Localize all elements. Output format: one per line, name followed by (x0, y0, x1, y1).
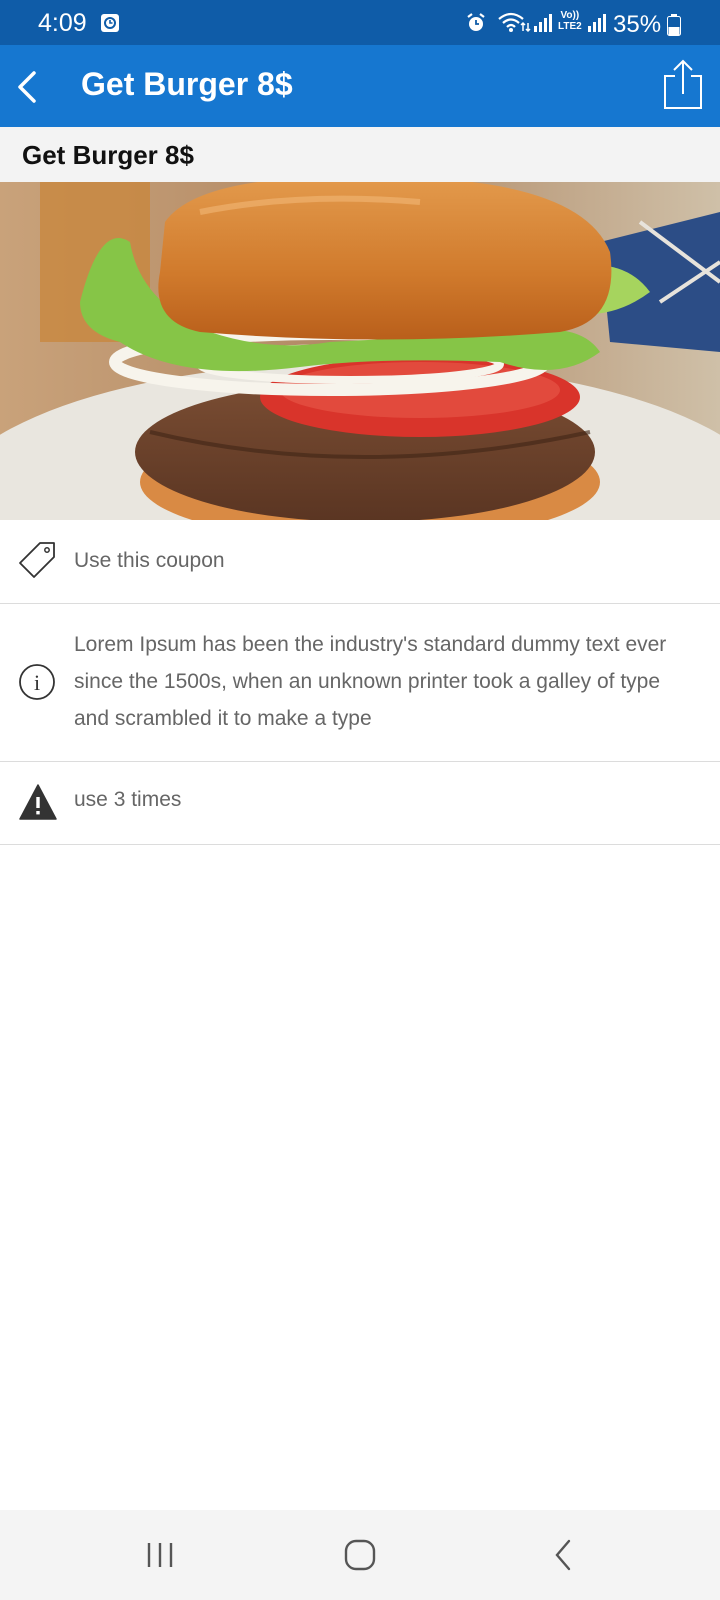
detail-text: use 3 times (74, 788, 182, 811)
volte-indicator: Vo)) LTE2 (558, 10, 582, 32)
tag-icon (18, 541, 56, 585)
warning-icon (18, 783, 58, 827)
coupon-header: Get Burger 8$ (0, 127, 720, 182)
wifi-icon (497, 11, 531, 38)
svg-text:i: i (34, 670, 40, 695)
recent-apps-icon[interactable] (140, 1535, 180, 1575)
back-arrow-icon[interactable] (10, 67, 50, 107)
volte-label: Vo)) (560, 10, 580, 21)
signal-strength-icon (533, 14, 553, 37)
lte2-label: LTE2 (558, 21, 582, 32)
detail-text: Use this coupon (74, 549, 225, 572)
alarm-icon (465, 12, 487, 39)
detail-row-coupon: Use this coupon (0, 520, 720, 604)
share-icon[interactable] (660, 58, 706, 112)
app-bar: Get Burger 8$ (0, 45, 720, 127)
home-icon[interactable] (340, 1535, 380, 1575)
battery-percentage: 35% (613, 11, 662, 38)
signal-strength-2-icon (587, 14, 607, 37)
battery-icon (667, 14, 681, 41)
system-navigation-bar (0, 1510, 720, 1600)
burger-photo (0, 182, 720, 520)
status-time: 4:09 (38, 9, 87, 37)
detail-text: Lorem Ipsum has been the industry's stan… (74, 633, 667, 730)
app-bar-title: Get Burger 8$ (81, 66, 293, 102)
status-bar: 4:09 Vo)) LTE2 35% (0, 0, 720, 45)
info-icon: i (18, 663, 56, 707)
detail-row-usage: use 3 times (0, 762, 720, 845)
back-nav-icon[interactable] (545, 1535, 585, 1575)
notification-app-icon (100, 13, 120, 38)
detail-row-description: i Lorem Ipsum has been the industry's st… (0, 604, 720, 762)
coupon-title: Get Burger 8$ (22, 140, 194, 170)
